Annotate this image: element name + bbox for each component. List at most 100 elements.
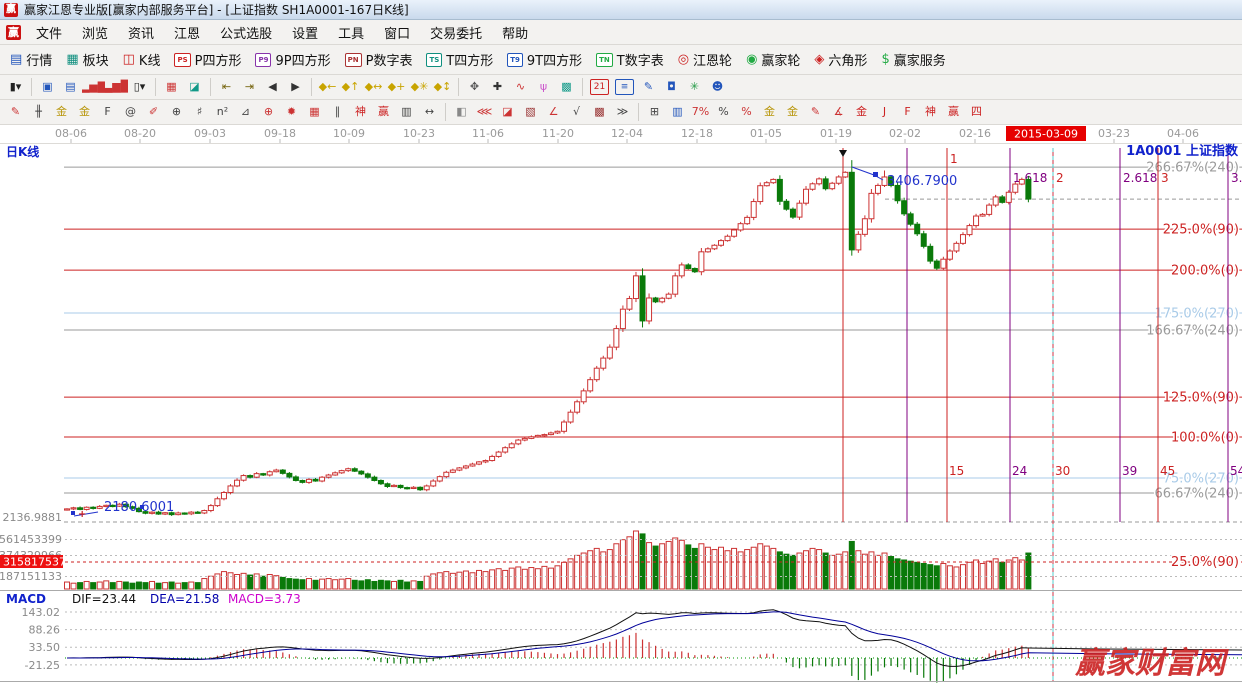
check-line-icon[interactable]: √ bbox=[565, 102, 588, 122]
hatch-box-icon[interactable]: ▧ bbox=[519, 102, 542, 122]
h-measure-icon[interactable]: ↔ bbox=[418, 102, 441, 122]
gann-ghost-icon[interactable]: ψ bbox=[532, 77, 555, 97]
hexagon-button[interactable]: ◈六角形 bbox=[808, 48, 873, 71]
quote-tool-icon[interactable]: ∥ bbox=[326, 102, 349, 122]
shen-tool-icon[interactable]: 神 bbox=[349, 102, 372, 122]
f-grid-icon[interactable]: F bbox=[96, 102, 119, 122]
quote-board-icon[interactable]: ▤ bbox=[59, 77, 82, 97]
menu-item-4[interactable]: 公式选股 bbox=[211, 21, 281, 44]
calculator-icon[interactable]: ≡ bbox=[615, 79, 634, 95]
grid-b2-icon[interactable]: ▩ bbox=[588, 102, 611, 122]
pct-line-icon[interactable]: % bbox=[735, 102, 758, 122]
goto-first-icon[interactable]: ⇤ bbox=[215, 77, 238, 97]
gold-diag-icon[interactable]: 金 bbox=[850, 102, 873, 122]
quotes-button[interactable]: ▤行情 bbox=[4, 48, 58, 71]
kline-chart[interactable]: 08-0608-2009-0309-1810-0910-2311-0611-20… bbox=[0, 125, 1242, 686]
n-square-icon[interactable]: n² bbox=[211, 102, 234, 122]
gold-line-icon[interactable]: 金 bbox=[781, 102, 804, 122]
crosshair-icon[interactable]: ✚ bbox=[486, 77, 509, 97]
seven-pct-icon[interactable]: 7% bbox=[689, 102, 712, 122]
menu-item-8[interactable]: 交易委托 bbox=[421, 21, 491, 44]
bars-9-icon[interactable]: ▃▆█ bbox=[105, 77, 128, 97]
grid-tool-icon[interactable]: ╫ bbox=[27, 102, 50, 122]
goto-last-icon[interactable]: ⇥ bbox=[238, 77, 261, 97]
menu-item-7[interactable]: 窗口 bbox=[375, 21, 419, 44]
kline-button[interactable]: ◫K线 bbox=[117, 48, 167, 71]
gann-arrow-cross-icon[interactable]: ◆+ bbox=[385, 77, 408, 97]
winner-service-button[interactable]: $赢家服务 bbox=[875, 48, 951, 71]
sectors-button[interactable]: ▦板块 bbox=[60, 48, 114, 71]
angle-fan-icon[interactable]: ∠ bbox=[542, 102, 565, 122]
ying-tool-icon[interactable]: 赢 bbox=[372, 102, 395, 122]
ruler-grid-icon[interactable]: ▥ bbox=[395, 102, 418, 122]
dense-grid-icon[interactable]: ♯ bbox=[188, 102, 211, 122]
gold-grid-1-icon[interactable]: 金 bbox=[50, 102, 73, 122]
9t-square-button[interactable]: T99T四方形 bbox=[501, 48, 588, 71]
fan-lines-icon[interactable]: ⋘ bbox=[473, 102, 496, 122]
window-title: 赢家江恩专业版[赢家内部服务平台] - [上证指数 SH1A0001-167日K… bbox=[24, 1, 409, 18]
grid-target-icon[interactable]: ▦ bbox=[303, 102, 326, 122]
multi-color-chart-icon[interactable]: ◪ bbox=[183, 77, 206, 97]
time-line-ratio-label: 2 bbox=[1056, 171, 1064, 185]
menu-item-1[interactable]: 浏览 bbox=[73, 21, 117, 44]
volume-tool-icon[interactable]: ▥ bbox=[666, 102, 689, 122]
save-disk-icon[interactable]: ◘ bbox=[660, 77, 683, 97]
menu-item-9[interactable]: 帮助 bbox=[493, 21, 537, 44]
compass-circle-icon[interactable]: ⊕ bbox=[165, 102, 188, 122]
shade-box-icon[interactable]: ◪ bbox=[496, 102, 519, 122]
menu-item-0[interactable]: 文件 bbox=[27, 21, 71, 44]
9p-square-button[interactable]: P99P四方形 bbox=[249, 48, 336, 71]
p-square-button[interactable]: PSP四方形 bbox=[168, 48, 247, 71]
f-diag-icon[interactable]: F bbox=[896, 102, 919, 122]
ying-diag-icon[interactable]: 赢 bbox=[942, 102, 965, 122]
t-square-button[interactable]: TST四方形 bbox=[420, 48, 499, 71]
window-zoom-icon[interactable]: ▣ bbox=[36, 77, 59, 97]
gann-arrow-left-icon[interactable]: ◆← bbox=[316, 77, 339, 97]
spiral-icon[interactable]: @ bbox=[119, 102, 142, 122]
net-tools-icon[interactable]: ✳ bbox=[683, 77, 706, 97]
star-target-icon[interactable]: ✹ bbox=[280, 102, 303, 122]
menu-item-2[interactable]: 资讯 bbox=[119, 21, 163, 44]
date-tick-label: 11-20 bbox=[542, 127, 574, 140]
bars-3-icon[interactable]: ▂▅▇ bbox=[82, 77, 105, 97]
gann-arrow-up-icon[interactable]: ◆↑ bbox=[339, 77, 362, 97]
gold-circle-icon[interactable]: 金 bbox=[758, 102, 781, 122]
gann-arrow-lr-icon[interactable]: ◆↔ bbox=[362, 77, 385, 97]
draw-pen-icon[interactable]: ✎ bbox=[4, 102, 27, 122]
bar-width-icon[interactable]: ▯▾ bbox=[128, 77, 151, 97]
pan-hand-icon[interactable]: ✥ bbox=[463, 77, 486, 97]
brush-icon[interactable]: ✐ bbox=[142, 102, 165, 122]
gann-arrow-star-icon[interactable]: ◆✳ bbox=[408, 77, 431, 97]
pen-gold-icon[interactable]: ✎ bbox=[804, 102, 827, 122]
p-number-table-button[interactable]: PNP数字表 bbox=[339, 48, 419, 71]
menu-item-3[interactable]: 江恩 bbox=[165, 21, 209, 44]
parallel-lines-icon[interactable]: ≫ bbox=[611, 102, 634, 122]
gann-arrow-ud-icon[interactable]: ◆↕ bbox=[431, 77, 454, 97]
menu-item-5[interactable]: 设置 bbox=[283, 21, 327, 44]
notebook-icon[interactable]: ✎ bbox=[637, 77, 660, 97]
calendar-21-icon[interactable]: 21 bbox=[590, 79, 609, 95]
protractor-icon[interactable]: ⊿ bbox=[234, 102, 257, 122]
box-select-icon[interactable]: ◧ bbox=[450, 102, 473, 122]
shen-diag-icon[interactable]: 神 bbox=[919, 102, 942, 122]
wave-tool-icon[interactable]: ∡ bbox=[827, 102, 850, 122]
prev-bar-icon[interactable]: ◀ bbox=[261, 77, 284, 97]
pct-icon[interactable]: % bbox=[712, 102, 735, 122]
panel-tool-icon[interactable]: ⊞ bbox=[643, 102, 666, 122]
angle-line-icon[interactable]: ∿ bbox=[509, 77, 532, 97]
svg-text:+: + bbox=[78, 509, 86, 520]
assistant-icon[interactable]: ☻ bbox=[706, 77, 729, 97]
menu-item-6[interactable]: 工具 bbox=[329, 21, 373, 44]
winner-wheel-button[interactable]: ◉赢家轮 bbox=[740, 48, 806, 71]
gann-wheel-button[interactable]: ◎江恩轮 bbox=[672, 48, 738, 71]
t-number-table-button[interactable]: TNT数字表 bbox=[590, 48, 670, 71]
next-bar-icon[interactable]: ▶ bbox=[284, 77, 307, 97]
grid-pattern-icon[interactable]: ▩ bbox=[555, 77, 578, 97]
j-diag-icon[interactable]: J bbox=[873, 102, 896, 122]
si-diag-icon[interactable]: 四 bbox=[965, 102, 988, 122]
macd-dif-value: DIF=23.44 bbox=[72, 592, 136, 606]
candle-style-icon[interactable]: ▮▾ bbox=[4, 77, 27, 97]
pattern-match-icon[interactable]: ▦ bbox=[160, 77, 183, 97]
target-red-icon[interactable]: ⊕ bbox=[257, 102, 280, 122]
gold-grid-2-icon[interactable]: 金 bbox=[73, 102, 96, 122]
